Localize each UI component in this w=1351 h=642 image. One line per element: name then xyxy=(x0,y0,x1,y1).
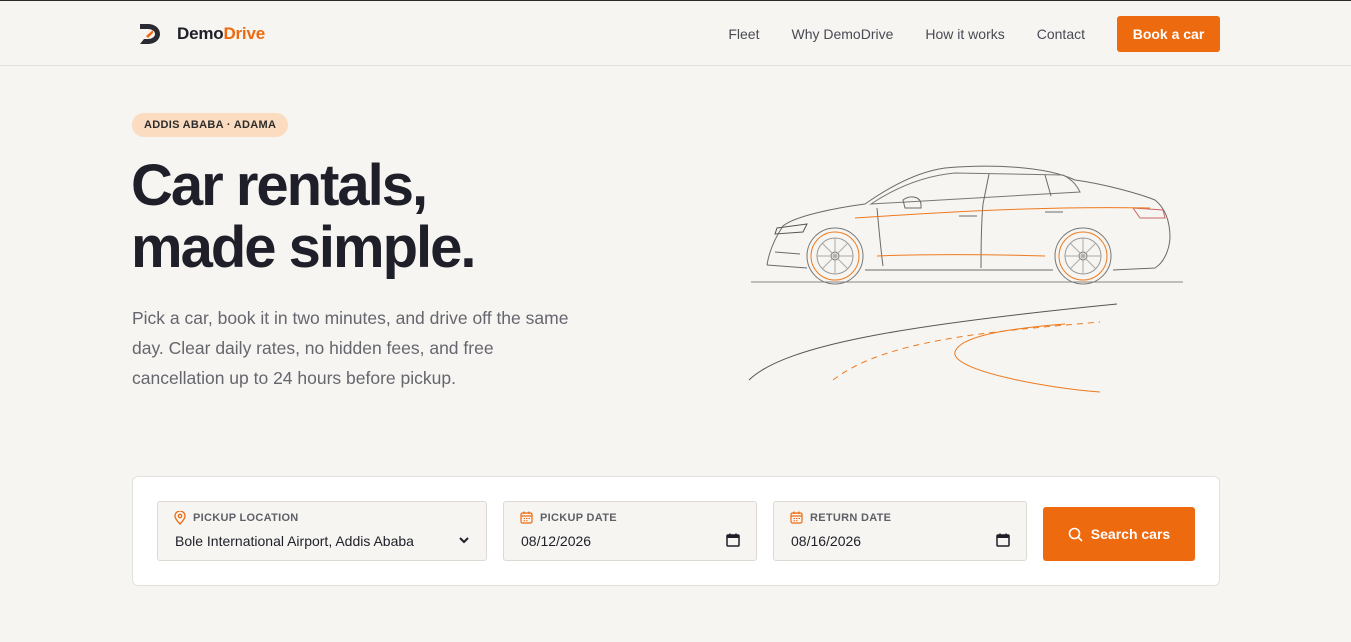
car-illustration xyxy=(748,165,1183,393)
pickup-location-label: PICKUP LOCATION xyxy=(174,511,299,525)
pickup-date-input[interactable]: PICKUP DATE 08/12/2026 xyxy=(503,501,757,561)
top-navigation-bar: DemoDrive Fleet Why DemoDrive How it wor… xyxy=(0,0,1351,66)
pickup-location-select[interactable]: PICKUP LOCATION Bole International Airpo… xyxy=(157,501,487,561)
nav-link-contact[interactable]: Contact xyxy=(1037,26,1085,42)
return-date-input[interactable]: RETURN DATE 08/16/2026 xyxy=(773,501,1027,561)
book-a-car-button[interactable]: Book a car xyxy=(1117,16,1220,52)
location-badge: ADDIS ABABA · ADAMA xyxy=(132,113,289,137)
return-date-label: RETURN DATE xyxy=(790,511,891,524)
nav-link-fleet[interactable]: Fleet xyxy=(728,26,759,42)
booking-search-card: PICKUP LOCATION Bole International Airpo… xyxy=(132,476,1220,586)
hero-title-line-1: Car rentals, xyxy=(131,153,428,218)
hero-title-line-2: made simple. xyxy=(131,215,476,280)
nav-link-how-it-works[interactable]: How it works xyxy=(925,26,1004,42)
calendar-icon xyxy=(790,511,803,524)
date-picker-icon[interactable] xyxy=(726,533,740,547)
search-cars-label: Search cars xyxy=(1090,526,1171,542)
date-picker-icon[interactable] xyxy=(996,533,1010,547)
map-pin-icon xyxy=(174,511,186,525)
chevron-down-icon xyxy=(459,537,469,544)
pickup-date-label: PICKUP DATE xyxy=(520,511,617,524)
hero-subtitle: Pick a car, book it in two minutes, and … xyxy=(132,308,569,388)
brand-logo[interactable]: DemoDrive xyxy=(137,21,265,47)
return-date-value: 08/16/2026 xyxy=(791,533,862,549)
nav-link-why-demodrive[interactable]: Why DemoDrive xyxy=(791,26,893,42)
brand-name: DemoDrive xyxy=(177,24,265,43)
pickup-location-value: Bole International Airport, Addis Ababa xyxy=(175,533,414,549)
pickup-date-value: 08/12/2026 xyxy=(521,533,592,549)
logo-mark-icon xyxy=(140,24,160,44)
calendar-icon xyxy=(520,511,533,524)
main-nav: Fleet Why DemoDrive How it works Contact… xyxy=(728,16,1220,52)
search-cars-button[interactable]: Search cars xyxy=(1043,507,1195,561)
hero-title: Car rentals, made simple. xyxy=(131,155,691,279)
search-icon xyxy=(1068,527,1083,542)
